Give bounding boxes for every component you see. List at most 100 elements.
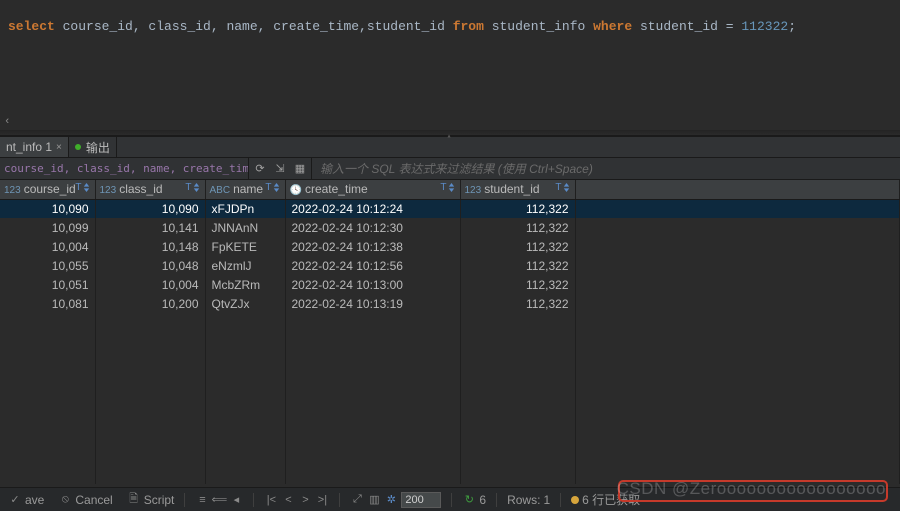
- cell-course_id[interactable]: 10,051: [0, 275, 95, 294]
- table-row-empty: [0, 313, 900, 332]
- record-prev-page-icon[interactable]: ⟸: [212, 493, 226, 507]
- cell-name[interactable]: eNzmlJ: [205, 256, 285, 275]
- table-row-empty: [0, 408, 900, 427]
- column-header-class_id[interactable]: 123class_idT: [95, 180, 205, 199]
- cell-course_id[interactable]: 10,090: [0, 199, 95, 218]
- gear-icon[interactable]: ✲: [384, 493, 398, 507]
- tab-output-label: 输出: [86, 139, 110, 156]
- cell-class_id[interactable]: 10,148: [95, 237, 205, 256]
- grid-header-row: 123course_idT123class_idTABCnameT🕓create…: [0, 180, 900, 199]
- cell-student_id[interactable]: 112,322: [460, 237, 575, 256]
- column-name: create_time: [305, 182, 368, 196]
- cancel-button[interactable]: ⦸ Cancel: [54, 488, 116, 511]
- sort-filter-icon[interactable]: T: [75, 182, 90, 193]
- cell-class_id[interactable]: 10,090: [95, 199, 205, 218]
- record-first-icon[interactable]: ≡: [195, 493, 209, 507]
- results-grid[interactable]: 123course_idT123class_idTABCnameT🕓create…: [0, 180, 900, 484]
- cell-course_id[interactable]: 10,081: [0, 294, 95, 313]
- script-icon: 🗎: [127, 493, 141, 507]
- column-header-name[interactable]: ABCnameT: [205, 180, 285, 199]
- cell-create_time[interactable]: 2022-02-24 10:13:00: [285, 275, 460, 294]
- expand-icon[interactable]: ⤢: [350, 493, 364, 507]
- cell-name[interactable]: FpKETE: [205, 237, 285, 256]
- rows-label: Rows:: [507, 493, 540, 507]
- type-badge: 123: [4, 185, 21, 196]
- panels-icon[interactable]: ▥: [367, 493, 381, 507]
- keyword-where: where: [593, 19, 632, 34]
- save-button[interactable]: ✓ ave: [4, 488, 48, 511]
- cell-class_id[interactable]: 10,048: [95, 256, 205, 275]
- nav-prev-icon[interactable]: <: [281, 493, 295, 507]
- cell-name[interactable]: QtvZJx: [205, 294, 285, 313]
- cell-course_id[interactable]: 10,099: [0, 218, 95, 237]
- cell-student_id[interactable]: 112,322: [460, 275, 575, 294]
- rows-fetched-label: 6 行已获取: [582, 491, 640, 508]
- sql-editor[interactable]: select course_id, class_id, name, create…: [0, 0, 900, 130]
- fetch-size-input[interactable]: [401, 492, 441, 508]
- cell-student_id[interactable]: 112,322: [460, 294, 575, 313]
- table-row[interactable]: 10,05110,004McbZRm2022-02-24 10:13:00112…: [0, 275, 900, 294]
- column-header-spacer: [575, 180, 900, 199]
- cell-class_id[interactable]: 10,200: [95, 294, 205, 313]
- filter-input[interactable]: 输入一个 SQL 表达式来过滤结果 (使用 Ctrl+Space): [311, 158, 900, 179]
- cell-name[interactable]: McbZRm: [205, 275, 285, 294]
- cell-course_id[interactable]: 10,055: [0, 256, 95, 275]
- column-name: name: [233, 182, 263, 196]
- close-icon[interactable]: ×: [56, 142, 62, 153]
- table-row-empty: [0, 370, 900, 389]
- nav-last-icon[interactable]: >|: [315, 493, 329, 507]
- column-header-course_id[interactable]: 123course_idT: [0, 180, 95, 199]
- cell-create_time[interactable]: 2022-02-24 10:12:38: [285, 237, 460, 256]
- refresh-icon[interactable]: ↻: [462, 493, 476, 507]
- cell-student_id[interactable]: 112,322: [460, 199, 575, 218]
- cell-create_time[interactable]: 2022-02-24 10:12:24: [285, 199, 460, 218]
- tab-output[interactable]: 输出: [69, 137, 117, 157]
- cancel-icon: ⦸: [58, 493, 72, 507]
- cell-class_id[interactable]: 10,004: [95, 275, 205, 294]
- table-row[interactable]: 10,05510,048eNzmlJ2022-02-24 10:12:56112…: [0, 256, 900, 275]
- refresh-icon[interactable]: ⟳: [251, 160, 269, 178]
- refresh-count: 6: [479, 493, 486, 507]
- cell-class_id[interactable]: 10,141: [95, 218, 205, 237]
- table-row-empty: [0, 389, 900, 408]
- nav-first-icon[interactable]: |<: [264, 493, 278, 507]
- tab-result-label: nt_info 1: [6, 140, 52, 154]
- table-row[interactable]: 10,00410,148FpKETE2022-02-24 10:12:38112…: [0, 237, 900, 256]
- grid-mode-icon[interactable]: ▦: [291, 160, 309, 178]
- table-row[interactable]: 10,09010,090xFJDPn2022-02-24 10:12:24112…: [0, 199, 900, 218]
- script-button[interactable]: 🗎 Script: [123, 488, 179, 511]
- fetch-status-icon: [571, 496, 579, 504]
- cell-name[interactable]: xFJDPn: [205, 199, 285, 218]
- status-dot-icon: [75, 144, 81, 150]
- cell-student_id[interactable]: 112,322: [460, 256, 575, 275]
- sql-preview: course_id, class_id, name, create_time,s…: [0, 162, 248, 175]
- cell-create_time[interactable]: 2022-02-24 10:13:19: [285, 294, 460, 313]
- cell-name[interactable]: JNNAnN: [205, 218, 285, 237]
- save-icon: ✓: [8, 493, 22, 507]
- type-badge: 123: [100, 185, 117, 196]
- table-row[interactable]: 10,09910,141JNNAnN2022-02-24 10:12:30112…: [0, 218, 900, 237]
- tab-result[interactable]: nt_info 1 ×: [0, 137, 69, 157]
- sort-filter-icon[interactable]: T: [265, 182, 280, 193]
- sort-filter-icon[interactable]: T: [440, 182, 455, 193]
- cell-create_time[interactable]: 2022-02-24 10:12:30: [285, 218, 460, 237]
- cell-course_id[interactable]: 10,004: [0, 237, 95, 256]
- record-prev-icon[interactable]: ◂: [229, 493, 243, 507]
- column-name: student_id: [484, 182, 539, 196]
- splitter-handle[interactable]: ▴: [0, 130, 900, 136]
- cell-student_id[interactable]: 112,322: [460, 218, 575, 237]
- editor-scroll-left-icon[interactable]: ‹: [4, 116, 11, 128]
- status-bar: ✓ ave ⦸ Cancel 🗎 Script ≡ ⟸ ◂ |< < > >| …: [0, 487, 900, 511]
- clock-icon: 🕓: [290, 185, 302, 196]
- column-header-student_id[interactable]: 123student_idT: [460, 180, 575, 199]
- nav-next-icon[interactable]: >: [298, 493, 312, 507]
- sort-filter-icon[interactable]: T: [185, 182, 200, 193]
- pin-icon[interactable]: ⇲: [271, 160, 289, 178]
- table-row[interactable]: 10,08110,200QtvZJx2022-02-24 10:13:19112…: [0, 294, 900, 313]
- cell-create_time[interactable]: 2022-02-24 10:12:56: [285, 256, 460, 275]
- splitter-grip-icon: ▴: [447, 131, 454, 141]
- sort-filter-icon[interactable]: T: [555, 182, 570, 193]
- table-row-empty: [0, 427, 900, 446]
- column-header-create_time[interactable]: 🕓create_time T: [285, 180, 460, 199]
- results-toolbar: course_id, class_id, name, create_time,s…: [0, 158, 900, 180]
